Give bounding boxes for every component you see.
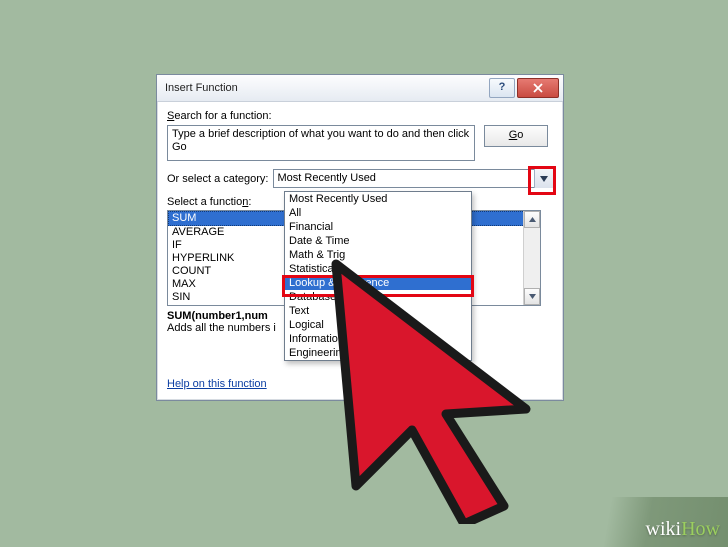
- dropdown-item[interactable]: Statistical: [285, 262, 471, 276]
- dropdown-item[interactable]: Database: [285, 290, 471, 304]
- wikihow-watermark: wikiHow: [646, 518, 720, 541]
- help-link[interactable]: Help on this function: [167, 378, 267, 390]
- dropdown-item[interactable]: Engineering: [285, 346, 471, 360]
- dropdown-item[interactable]: Information: [285, 332, 471, 346]
- dropdown-item[interactable]: Most Recently Used: [285, 192, 471, 206]
- dropdown-item[interactable]: Financial: [285, 220, 471, 234]
- dropdown-item[interactable]: Math & Trig: [285, 248, 471, 262]
- category-select[interactable]: Most Recently Used: [273, 169, 554, 188]
- dropdown-item[interactable]: Text: [285, 304, 471, 318]
- category-label: Or select a category:: [167, 173, 269, 185]
- chevron-down-icon[interactable]: [534, 169, 553, 188]
- scrollbar[interactable]: [523, 211, 540, 305]
- dropdown-item-lookup-reference[interactable]: Lookup & Reference: [285, 276, 471, 290]
- scroll-down-icon[interactable]: [524, 288, 540, 305]
- partial-ok-button[interactable]: [358, 400, 372, 418]
- titlebar[interactable]: Insert Function ?: [157, 75, 563, 102]
- close-button[interactable]: [517, 78, 559, 98]
- category-selected-value: Most Recently Used: [273, 169, 554, 188]
- search-label: Search for a function:: [167, 110, 553, 122]
- dropdown-item[interactable]: Date & Time: [285, 234, 471, 248]
- search-input[interactable]: Type a brief description of what you wan…: [167, 125, 475, 161]
- category-row: Or select a category: Most Recently Used: [167, 169, 553, 188]
- dropdown-item[interactable]: All: [285, 206, 471, 220]
- go-button[interactable]: Go: [484, 125, 548, 147]
- dropdown-item[interactable]: Logical: [285, 318, 471, 332]
- close-icon: [533, 83, 543, 93]
- help-button[interactable]: ?: [489, 78, 515, 98]
- dialog-title: Insert Function: [165, 82, 489, 94]
- category-dropdown-list[interactable]: Most Recently Used All Financial Date & …: [284, 191, 472, 361]
- scroll-up-icon[interactable]: [524, 211, 540, 228]
